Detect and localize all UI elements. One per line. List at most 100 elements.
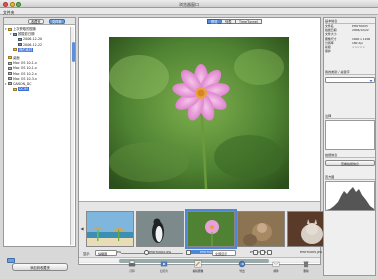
flower-thumbnail-image — [188, 212, 234, 246]
mail-icon — [272, 261, 280, 267]
comment-textarea[interactable] — [325, 120, 375, 150]
histogram-graph — [325, 181, 375, 211]
info-key: 保护 — [325, 49, 331, 54]
edit-image-label: 编辑图像 — [192, 269, 204, 273]
folder-tree-scrollbar[interactable] — [70, 27, 75, 245]
slideshow-icon — [160, 261, 168, 267]
print-icon — [128, 260, 136, 267]
export-button[interactable]: 导出 — [228, 259, 256, 277]
mail-button[interactable]: 邮件 — [262, 259, 290, 277]
category-header[interactable]: 我的类别 / 关键字 — [325, 70, 375, 75]
tab-folders[interactable]: 文件夹 — [49, 19, 65, 24]
display-filter-select[interactable]: 全部显示 — [212, 249, 236, 256]
mail-label: 邮件 — [273, 269, 279, 273]
delete-button[interactable]: 删除 — [292, 259, 320, 277]
shooting-info-section: 拍摄信息 查看拍摄信息 — [325, 153, 375, 166]
comment-header[interactable]: 注释 — [325, 114, 375, 119]
folder-tree-item-label: 我的素材 — [18, 47, 34, 52]
penguin-thumbnail-image — [137, 212, 183, 246]
comment-section: 注释 — [325, 114, 375, 150]
histogram-header[interactable]: 直方图 — [325, 175, 375, 180]
edit-icon — [194, 260, 202, 268]
beach-thumbnail-image — [87, 212, 133, 246]
trash-icon — [303, 261, 309, 268]
thumbnail-2[interactable] — [136, 211, 184, 247]
display-mode-select[interactable]: 缩略图 — [95, 249, 117, 256]
info-panel: 基本信息 文件名 PHOTO003 拍摄日期 2006/12/22 文件大小 图像尺寸 16… — [323, 17, 376, 276]
thumbnail-1[interactable] — [86, 211, 134, 247]
add-to-favorites-button[interactable]: 添加到收藏夹 — [12, 263, 68, 271]
folder-tree-item-label: 2006-12-20 — [23, 37, 43, 42]
print-button[interactable]: 打印 — [118, 259, 146, 277]
category-dropdown[interactable] — [325, 76, 375, 83]
folder-panel: 收藏夹 文件夹 ▾ 上次获取的图像 ▾ 按摄影日期 2006-12-20 2006-1… — [3, 17, 76, 263]
view-option-button-3[interactable] — [267, 250, 272, 255]
thumbnail-size-slider-knob[interactable] — [144, 250, 149, 255]
folder-tree-item-label: 桌面 — [13, 55, 20, 60]
monkey-thumbnail-image — [238, 212, 284, 246]
main-preview-image[interactable] — [109, 37, 289, 189]
calendar-icon — [13, 32, 17, 36]
basic-info-section: 基本信息 文件名 PHOTO003 拍摄日期 2006/12/22 文件大小 图像尺寸 16… — [325, 19, 375, 53]
folder-tree-item-label: Mac OS 10.1.x — [13, 66, 37, 71]
export-icon — [238, 260, 246, 268]
folder-tree-item-label: 上次获取的图像 — [13, 27, 37, 31]
disk-icon — [8, 61, 12, 65]
folder-tree: ▾ 上次获取的图像 ▾ 按摄影日期 2006-12-20 2006-12-22 我的素… — [5, 27, 69, 92]
category-section: 我的类别 / 关键字 — [325, 70, 375, 83]
folder-tree-item-label: CANON_DC — [13, 81, 32, 86]
thumbnail-4[interactable] — [237, 211, 285, 247]
folder-tree-item[interactable]: DCIM — [5, 87, 69, 92]
slideshow-label: 幻灯片 — [159, 269, 169, 273]
basic-info-rows: 文件名 PHOTO003 拍摄日期 2006/12/22 文件大小 图像尺寸 1600 x … — [325, 24, 375, 53]
folder-icon — [8, 56, 12, 60]
thumbnail-3[interactable] — [185, 209, 237, 249]
folder-icon — [13, 87, 17, 91]
folder-tree-item-label: 2006-12-22 — [23, 42, 43, 47]
title-bar: 浏览器窗口 — [0, 0, 378, 8]
folder-icon — [13, 48, 17, 52]
task-toolbar: 打印 幻灯片 编辑图像 导出 邮件 删除 — [78, 259, 321, 278]
folder-tree-scroll-thumb[interactable] — [71, 42, 75, 62]
view-option-button-1[interactable] — [253, 250, 258, 255]
folder-tree-item-label: 按摄影日期 — [18, 32, 35, 37]
disk-icon — [8, 77, 12, 81]
menu-row: 文件夹 — [0, 8, 378, 15]
disk-icon — [8, 82, 12, 86]
calendar-icon — [18, 43, 22, 47]
disk-icon — [8, 66, 12, 70]
preview-pane: 预览 列表 TimeTunnel ◀ PHOTO003.JPG PHOTO005… — [78, 17, 335, 265]
folder-tree-item-label: Mac OS 10.1.x — [13, 61, 37, 66]
disk-icon — [8, 72, 12, 75]
window-title: 浏览器窗口 — [179, 1, 199, 7]
display-controls-bar: 显示 缩略图 全部显示 — [78, 248, 321, 258]
view-option-button-2[interactable] — [260, 250, 265, 255]
histogram-section: 直方图 — [325, 175, 375, 211]
zoom-in-button[interactable] — [186, 250, 191, 255]
folder-panel-tabs: 收藏夹 文件夹 — [4, 18, 75, 25]
edit-image-button[interactable]: 编辑图像 — [184, 259, 212, 277]
view-shooting-info-button[interactable]: 查看拍摄信息 — [325, 160, 375, 166]
pink-flower-photo — [109, 37, 289, 189]
folder-icon — [8, 27, 12, 31]
folder-tree-item-label: Mac OS 10.3.x — [13, 76, 37, 81]
shooting-info-header[interactable]: 拍摄信息 — [325, 153, 375, 158]
info-row: 保护 — [325, 49, 375, 53]
folder-tree-item-label: DCIM — [18, 87, 29, 92]
tab-favorites[interactable]: 收藏夹 — [28, 19, 44, 24]
folder-tree-item-label: Mac OS 10.2.x — [13, 71, 37, 76]
menu-file[interactable]: 文件夹 — [3, 10, 14, 16]
print-label: 打印 — [129, 269, 135, 273]
tab-preview[interactable]: 预览 — [207, 18, 222, 24]
calendar-icon — [18, 37, 22, 41]
filmstrip-prev-arrow[interactable]: ◀ — [80, 226, 84, 232]
display-label: 显示 — [83, 251, 90, 256]
histogram-plot — [326, 187, 374, 210]
thumbnail-size-slider[interactable] — [121, 252, 183, 254]
slideshow-button[interactable]: 幻灯片 — [150, 259, 178, 277]
tab-list[interactable]: 列表 — [221, 18, 236, 24]
chevron-down-icon — [369, 79, 373, 82]
delete-label: 删除 — [303, 269, 309, 273]
tab-timetunnel[interactable]: TimeTunnel — [235, 18, 262, 24]
export-label: 导出 — [239, 269, 245, 273]
